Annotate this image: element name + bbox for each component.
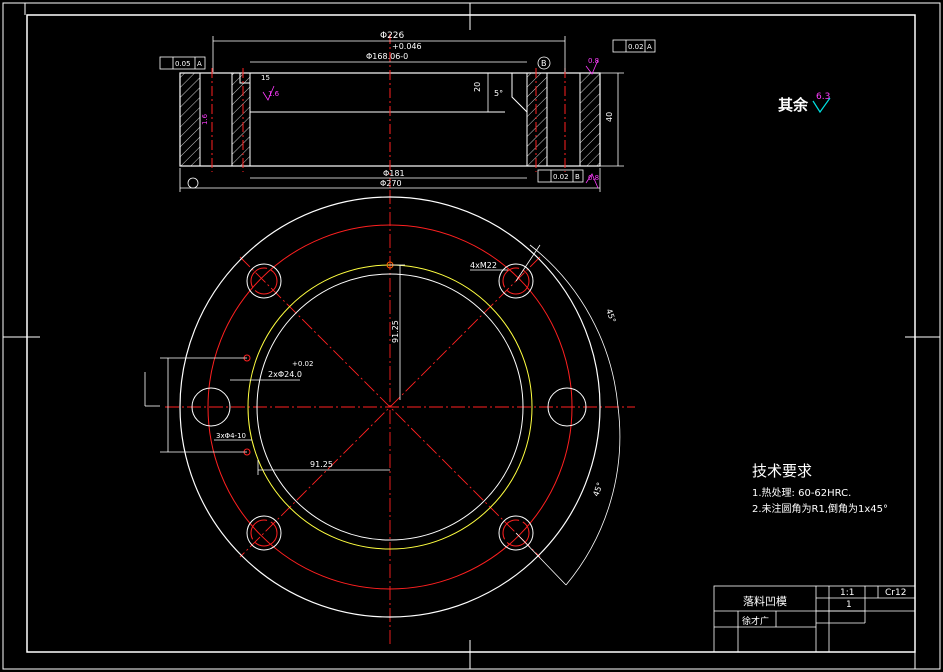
dim-inner-tolerance: +0.046	[392, 42, 422, 51]
gdt-flatness-value: 0.05	[175, 60, 191, 68]
title-material: Cr12	[885, 588, 907, 598]
section-view: Φ226 +0.046 Φ168.06-0 Φ181 Φ270 40 20 5°…	[159, 31, 656, 192]
title-quantity: 1	[846, 600, 852, 610]
gdt-parallel-datum: A	[647, 43, 652, 51]
datum-b-label: B	[541, 59, 547, 68]
dim-bottom-inner: Φ181	[383, 169, 405, 178]
dim-step: 20	[473, 82, 482, 92]
angle-bottom: 45°	[591, 481, 604, 497]
roughness-left: 1.6	[201, 113, 209, 125]
tech-req-item-1: 1.热处理: 60-62HRC.	[752, 488, 852, 499]
radial-dim: 91.25	[391, 320, 400, 343]
section-hatch-right-inner	[526, 72, 548, 167]
dim-chamfer: 5°	[494, 89, 503, 98]
dim-height: 40	[605, 112, 614, 122]
thread-label: 4xM22	[470, 261, 497, 270]
pin-label: 2xΦ24.0	[268, 370, 302, 379]
dim-top-diameter: Φ226	[380, 31, 405, 41]
surface-finish-rest-label: 其余	[778, 96, 809, 114]
tech-req-title: 技术要求	[752, 462, 813, 480]
section-inner-profile	[249, 73, 528, 167]
gdt-flatness-datum: A	[197, 60, 202, 68]
title-scale: 1:1	[840, 588, 855, 598]
pin-tolerance: +0.02	[292, 360, 313, 368]
section-hatch-left-outer	[179, 72, 201, 167]
angle-top: 45°	[604, 308, 617, 324]
roughness-symbol-icon	[812, 98, 831, 114]
dim-bottom-outer: Φ270	[380, 179, 402, 188]
plan-view: 4xM22 +0.02 2xΦ24.0 3xΦ4-10 91.25 91.25 …	[144, 190, 635, 645]
section-hatch-left-inner	[231, 72, 251, 167]
depth-mark: 15	[261, 74, 270, 82]
dim-inner-diameter: Φ168.06-0	[366, 52, 408, 61]
horizontal-dim: 91.25	[310, 460, 333, 469]
gdt-parallel-value: 0.02	[628, 43, 644, 51]
tech-req-item-2: 2.未注圆角为R1,倒角为1x45°	[752, 504, 889, 515]
title-part-name: 落料凹模	[743, 595, 787, 608]
gdt-position-value: 0.02	[553, 173, 569, 181]
hole-label: 3xΦ4-10	[216, 432, 246, 440]
section-hatch-right-outer	[579, 72, 601, 167]
gdt-position-datum: B	[575, 173, 580, 181]
title-designer: 徐才广	[742, 617, 770, 627]
